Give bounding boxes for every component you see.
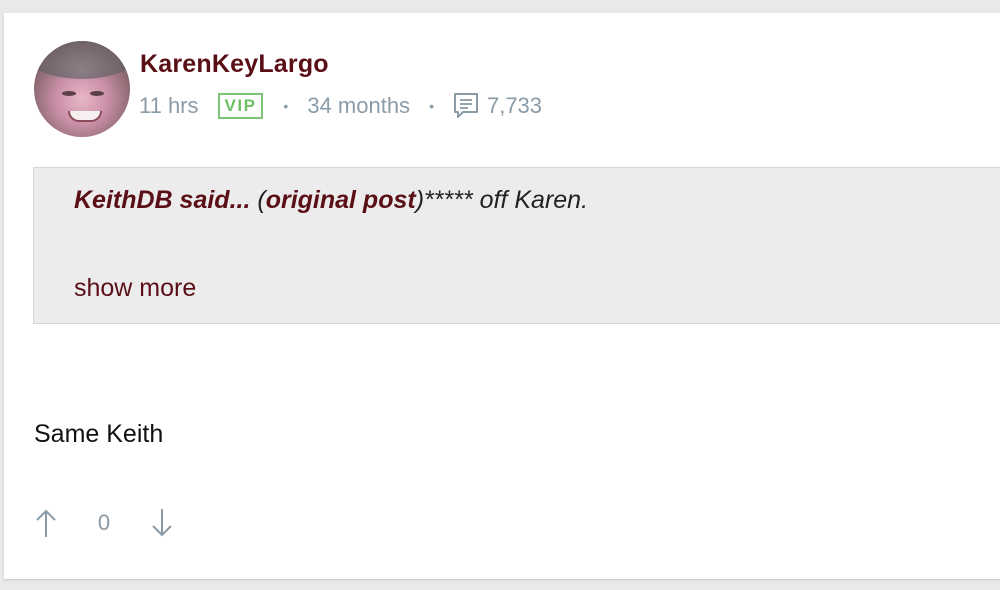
post-card: KarenKeyLargo 11 hrs VIP • 34 months • 7… — [4, 13, 1000, 579]
quote-author[interactable]: KeithDB said... — [74, 186, 250, 214]
comment-bubble-icon — [453, 92, 479, 120]
author-name[interactable]: KarenKeyLargo — [140, 50, 329, 79]
arrow-down-icon[interactable] — [150, 506, 174, 540]
meta-separator: • — [429, 98, 434, 114]
quoted-post: KeithDB said... (original post)***** off… — [33, 167, 1000, 324]
avatar[interactable] — [34, 41, 130, 137]
quote-line: KeithDB said... (original post)***** off… — [74, 186, 589, 214]
post-body: Same Keith — [34, 420, 164, 448]
post-meta: 11 hrs VIP • 34 months • 7,733 — [139, 91, 542, 121]
vip-badge: VIP — [217, 93, 264, 119]
quote-text: ***** off Karen. — [424, 186, 589, 214]
original-post-link[interactable]: original post — [266, 186, 416, 214]
vote-count: 0 — [97, 510, 111, 535]
show-more-link[interactable]: show more — [74, 274, 196, 303]
arrow-up-icon[interactable] — [34, 506, 58, 540]
comment-count: 7,733 — [486, 93, 543, 118]
meta-separator: • — [283, 98, 289, 114]
vote-bar: 0 — [34, 505, 174, 541]
post-time: 11 hrs — [139, 93, 199, 118]
membership-duration: 34 months — [307, 93, 411, 118]
